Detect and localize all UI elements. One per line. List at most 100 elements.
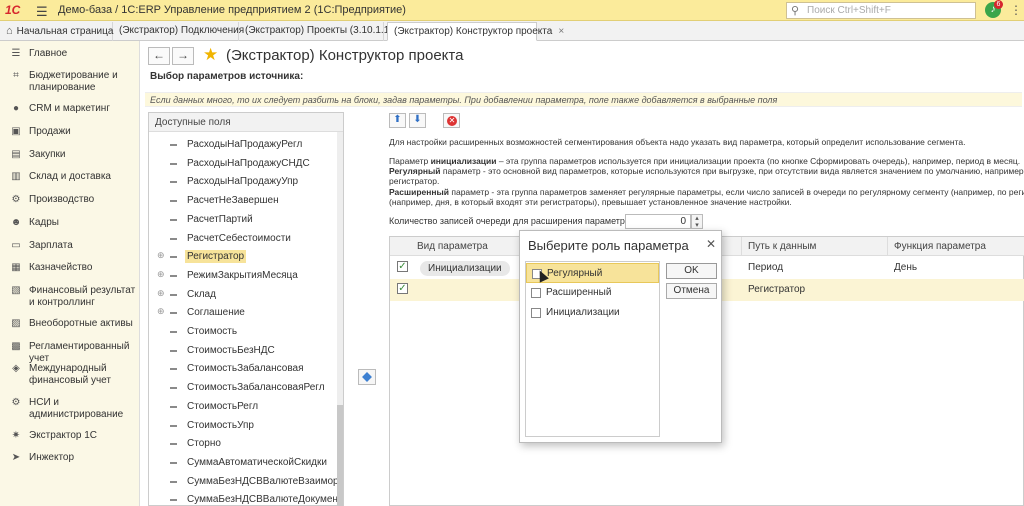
extractor-icon: ✷: [11, 430, 21, 441]
field-icon: [170, 237, 177, 240]
sidebar-item-label: Продажи: [29, 126, 71, 137]
count-label: Количество записей очереди для расширени…: [389, 216, 638, 226]
expand-icon[interactable]: ⊕: [157, 250, 165, 261]
tree-item[interactable]: СтоимостьРегл: [149, 399, 335, 415]
tree-item[interactable]: Сторно: [149, 436, 335, 452]
tree-item-label: Соглашение: [187, 307, 245, 319]
delete-button[interactable]: ✕: [443, 113, 460, 128]
tree-item[interactable]: СуммаБезНДСВВалютеДокумента: [149, 492, 343, 505]
row-checkbox[interactable]: ✓: [397, 283, 408, 294]
close-icon[interactable]: ×: [558, 26, 564, 37]
count-stepper[interactable]: ▴ ▾: [691, 214, 703, 229]
home-icon: ⌂: [6, 25, 13, 37]
tree-item[interactable]: РасчетСебестоимости: [149, 231, 335, 247]
tab-projects[interactable]: (Экстрактор) Проекты (3.10.1.19): [239, 22, 398, 41]
field-icon: [170, 461, 177, 464]
sidebar-item-main[interactable]: ☰ Главное: [0, 48, 140, 60]
field-icon: [170, 480, 177, 483]
add-parameter-button[interactable]: [358, 369, 376, 385]
expand-icon[interactable]: ⊕: [157, 269, 165, 280]
role-checkbox[interactable]: [531, 308, 541, 318]
tab-project-constructor[interactable]: (Экстрактор) Конструктор проекта ×: [387, 22, 564, 41]
tree-item-label: СуммаАвтоматическойСкидки: [187, 456, 327, 468]
expand-icon[interactable]: ⊕: [157, 306, 165, 317]
tree-item[interactable]: РасчетПартий: [149, 212, 335, 228]
sidebar-item-label: Международный финансовый учет: [29, 363, 111, 386]
column-header[interactable]: Вид параметра: [417, 241, 488, 252]
tree-item[interactable]: Стоимость: [149, 324, 335, 340]
favorite-star-icon[interactable]: ★: [203, 45, 218, 65]
search-input[interactable]: ⚲ Поиск Ctrl+Shift+F: [786, 2, 976, 19]
sidebar-item-sales[interactable]: ▣ Продажи: [0, 126, 140, 138]
forward-button[interactable]: →: [172, 47, 194, 65]
tree-item[interactable]: ⊕ Соглашение: [149, 305, 335, 321]
tree-item[interactable]: СтоимостьЗабалансоваяРегл: [149, 380, 335, 396]
tree-item[interactable]: РасходыНаПродажуСНДС: [149, 156, 335, 172]
tree-item-label: Склад: [187, 288, 216, 300]
role-label: Расширенный: [546, 287, 612, 298]
tree-item[interactable]: СтоимостьУпр: [149, 418, 335, 434]
sidebar: ☰ Главное ⌗ Бюджетирование и планирование …: [0, 41, 140, 506]
tab-home[interactable]: ⌂ Начальная страница: [0, 22, 113, 41]
sidebar-item-salary[interactable]: ▭ Зарплата: [0, 240, 140, 252]
column-header[interactable]: Функция параметра: [894, 241, 986, 252]
tree-item-label: Стоимость: [187, 326, 238, 337]
description-bold: Регулярный: [389, 166, 441, 176]
tree-item[interactable]: СуммаБезНДСВВалютеВзаиморасче...: [149, 474, 343, 490]
data-path: Регистратор: [748, 284, 806, 295]
sidebar-item-accounting[interactable]: ▩ Регламентированный учет: [0, 341, 140, 365]
sidebar-item-assets[interactable]: ▨ Внеоборотные активы: [0, 318, 140, 330]
tree-scroll-thumb[interactable]: [337, 405, 343, 506]
ok-button[interactable]: OK: [666, 263, 717, 279]
description-bold: инициализации: [430, 156, 497, 166]
sidebar-item-label: Экстрактор 1С: [29, 430, 98, 441]
tree-item[interactable]: СтоимостьБезНДС: [149, 343, 335, 359]
tree-item[interactable]: РасходыНаПродажуУпр: [149, 174, 335, 190]
description-line: Параметр инициализации – эта группа пара…: [389, 156, 1020, 166]
tree-item[interactable]: РасходыНаПродажуРегл: [149, 137, 335, 153]
tree-item[interactable]: ⊕ РежимЗакрытияМесяца: [149, 268, 335, 284]
sidebar-item-label: Склад и доставка: [29, 171, 111, 182]
accounting-icon: ▩: [11, 341, 21, 352]
expand-icon[interactable]: ⊕: [157, 288, 165, 299]
role-checkbox[interactable]: [531, 288, 541, 298]
move-down-button[interactable]: ⬇: [409, 113, 426, 128]
tab-label: Начальная страница: [16, 26, 114, 37]
row-checkbox[interactable]: ✓: [397, 261, 408, 272]
column-header[interactable]: Путь к данным: [748, 241, 816, 252]
tree-item-label: РасходыНаПродажуУпр: [187, 176, 299, 188]
sidebar-item-treasury[interactable]: ▦ Казначейство: [0, 262, 140, 274]
role-option-init[interactable]: Инициализации: [526, 303, 659, 323]
cancel-button[interactable]: Отмена: [666, 283, 717, 299]
tree-item[interactable]: СуммаАвтоматическойСкидки: [149, 455, 335, 471]
tab-connections[interactable]: (Экстрактор) Подключения: [113, 22, 244, 41]
tree-item[interactable]: ⊕ Регистратор: [149, 249, 335, 265]
close-icon[interactable]: ✕: [706, 237, 716, 251]
sidebar-item-injector[interactable]: ➤ Инжектор: [0, 452, 140, 464]
tree-item-label: СтоимостьЗабалансоваяРегл: [187, 382, 325, 394]
sidebar-item-label: Зарплата: [29, 240, 73, 251]
sidebar-item-warehouse[interactable]: ▥ Склад и доставка: [0, 171, 140, 183]
sidebar-item-budget[interactable]: ⌗ Бюджетирование и планирование: [0, 70, 140, 94]
sidebar-item-hr[interactable]: ☻ Кадры: [0, 217, 140, 229]
tree-item[interactable]: РасчетНеЗавершен: [149, 193, 335, 209]
treasury-icon: ▦: [11, 262, 21, 273]
tree-item[interactable]: ⊕ Склад: [149, 287, 335, 303]
sidebar-item-crm[interactable]: ● CRM и маркетинг: [0, 103, 140, 115]
sidebar-item-finance[interactable]: ▧ Финансовый результат и контроллинг: [0, 285, 140, 309]
list-icon: ☰: [11, 48, 21, 59]
more-menu-icon[interactable]: ⋮: [1010, 3, 1022, 17]
sidebar-item-intl[interactable]: ◈ Международный финансовый учет: [0, 363, 140, 387]
sidebar-item-production[interactable]: ⚙ Производство: [0, 194, 140, 206]
tree-item[interactable]: СтоимостьЗабалансовая: [149, 361, 335, 377]
cart-icon: ▤: [11, 149, 21, 160]
menu-icon[interactable]: ☰: [36, 4, 48, 20]
description-text: параметр - это основной вид параметров, …: [440, 166, 1024, 176]
sidebar-item-extractor[interactable]: ✷ Экстрактор 1С: [0, 430, 140, 442]
count-input[interactable]: 0: [625, 214, 691, 229]
back-button[interactable]: ←: [148, 47, 170, 65]
move-up-button[interactable]: ⬆: [389, 113, 406, 128]
sidebar-item-purchases[interactable]: ▤ Закупки: [0, 149, 140, 161]
sidebar-item-admin[interactable]: ⚙ НСИ и администрирование: [0, 397, 140, 421]
role-option-extended[interactable]: Расширенный: [526, 283, 659, 303]
